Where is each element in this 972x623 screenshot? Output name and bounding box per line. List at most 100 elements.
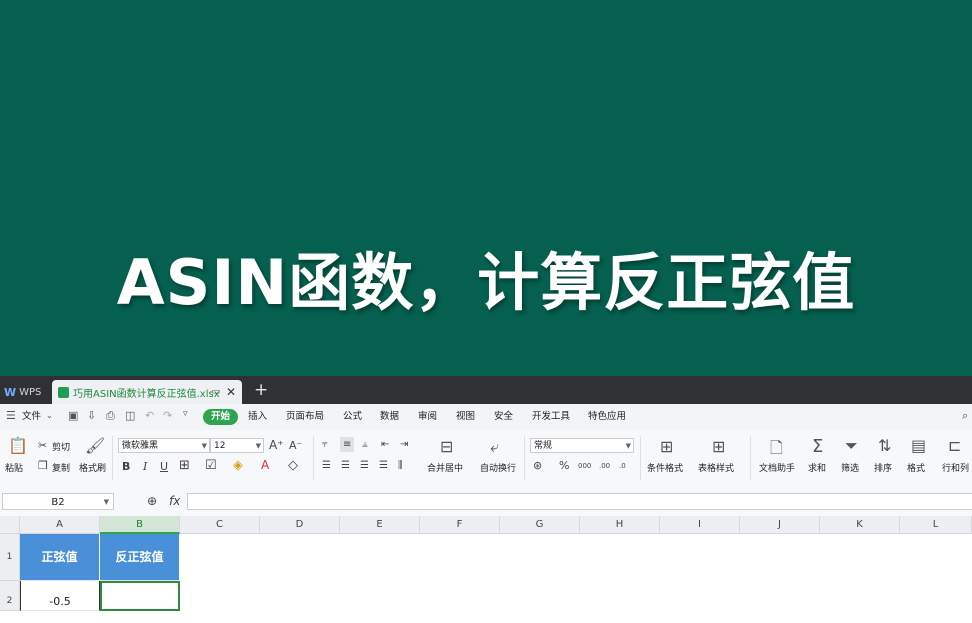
thousands-icon[interactable]: 000 [578, 460, 591, 473]
font-color-icon[interactable]: A [261, 459, 269, 472]
formula-input[interactable] [187, 493, 972, 510]
indent-decrease-icon[interactable]: ⇤ [381, 438, 389, 451]
doc-helper-icon[interactable]: 🗋 [770, 437, 783, 464]
align-center-icon[interactable]: ☰ [341, 459, 350, 472]
filter-icon[interactable]: ⏷ [845, 436, 858, 456]
customize-icon[interactable]: ▿ [183, 409, 188, 419]
format-icon[interactable]: ▤ [911, 436, 926, 455]
tab-developer[interactable]: 开发工具 [532, 409, 570, 425]
column-header-f[interactable]: F [420, 516, 500, 534]
tab-home[interactable]: 开始 [203, 409, 239, 425]
copy-icon[interactable]: ❐ [38, 459, 48, 472]
format-painter-icon[interactable]: 🖌 [85, 436, 105, 455]
column-header-l[interactable]: L [900, 516, 972, 534]
column-header-a[interactable]: A [20, 516, 100, 534]
cut-button[interactable]: 剪切 [52, 440, 70, 453]
save-icon[interactable]: ▣ [68, 409, 78, 422]
print-icon[interactable]: ⎙ [106, 409, 115, 423]
paste-icon[interactable]: 📋 [8, 436, 28, 455]
column-header-b[interactable]: B [100, 516, 180, 534]
document-tab[interactable]: 巧用ASIN函数计算反正弦值.xlsx ▭ ✕ [52, 380, 242, 404]
border-icon[interactable]: ⊞ [179, 459, 190, 472]
sort-icon[interactable]: ⇅ [878, 436, 891, 455]
row-col-button[interactable]: 行和列 [942, 461, 969, 474]
font-name-select[interactable]: 微软雅黑 ▼ [118, 438, 210, 453]
font-size-select[interactable]: 12 ▼ [210, 438, 264, 453]
merge-center-button[interactable]: 合并居中 [427, 461, 463, 474]
paste-button[interactable]: 粘贴 [5, 461, 23, 474]
justify-icon[interactable]: ☰ [379, 459, 388, 472]
fx-icon[interactable]: fx [169, 494, 180, 508]
align-right-icon[interactable]: ☰ [360, 459, 369, 472]
increase-decimal-icon[interactable]: .00 [599, 460, 610, 473]
cut-icon[interactable]: ✂ [38, 439, 47, 452]
cell-b1[interactable]: 反正弦值 [100, 534, 180, 581]
row-col-icon[interactable]: ⊏ [948, 436, 961, 455]
increase-font-icon[interactable]: A⁺ [269, 439, 284, 452]
distribute-icon[interactable]: ⫼ [398, 459, 403, 472]
column-header-j[interactable]: J [740, 516, 820, 534]
tab-insert[interactable]: 插入 [248, 409, 267, 425]
name-box[interactable]: B2 ▼ [2, 493, 114, 510]
plus-icon[interactable]: + [254, 380, 268, 400]
bold-icon[interactable]: B [122, 460, 130, 473]
filter-button[interactable]: 筛选 [841, 461, 859, 474]
align-bottom-icon[interactable]: ⫨ [362, 438, 368, 451]
tab-page-layout[interactable]: 页面布局 [286, 409, 324, 425]
zoom-icon[interactable]: ⊕ [147, 494, 157, 508]
tab-view[interactable]: 视图 [456, 409, 475, 425]
copy-button[interactable]: 复制 [52, 461, 70, 474]
column-header-i[interactable]: I [660, 516, 740, 534]
italic-icon[interactable]: I [143, 460, 147, 473]
format-painter-button[interactable]: 格式刷 [79, 461, 106, 474]
align-left-icon[interactable]: ☰ [322, 459, 331, 472]
conditional-format-button[interactable]: 条件格式 [647, 461, 683, 474]
column-header-c[interactable]: C [180, 516, 260, 534]
column-header-k[interactable]: K [820, 516, 900, 534]
export-icon[interactable]: ⇩ [87, 409, 96, 422]
close-tab-icon[interactable]: ✕ [226, 385, 236, 399]
decrease-font-icon[interactable]: A⁻ [289, 439, 302, 452]
column-header-e[interactable]: E [340, 516, 420, 534]
conditional-format-icon[interactable]: ⊞ [660, 437, 673, 456]
fill-color-icon[interactable]: ◈ [233, 459, 243, 472]
sort-button[interactable]: 排序 [874, 461, 892, 474]
row-header-1[interactable]: 1 [0, 534, 20, 581]
wrap-text-icon[interactable]: ⤶ [490, 437, 499, 457]
file-menu[interactable]: 文件 [22, 409, 41, 425]
tab-security[interactable]: 安全 [494, 409, 513, 425]
tab-special[interactable]: 特色应用 [588, 409, 626, 425]
table-style-icon[interactable]: ⊞ [712, 437, 725, 456]
currency-icon[interactable]: ⊛ [533, 459, 542, 472]
align-top-icon[interactable]: ⫧ [322, 438, 328, 451]
doc-helper-button[interactable]: 文档助手 [759, 461, 795, 474]
monitor-icon[interactable]: ▭ [211, 387, 220, 397]
align-middle-icon[interactable]: ≡ [340, 437, 355, 452]
redo-icon[interactable]: ↷ [163, 409, 172, 422]
sum-button[interactable]: 求和 [808, 461, 826, 474]
underline-icon[interactable]: U [160, 460, 168, 473]
table-style-button[interactable]: 表格样式 [698, 461, 734, 474]
tab-formulas[interactable]: 公式 [343, 409, 362, 425]
fill-style-icon[interactable]: ☑ [205, 459, 217, 472]
cell-a1[interactable]: 正弦值 [20, 534, 100, 581]
column-header-g[interactable]: G [500, 516, 580, 534]
column-header-d[interactable]: D [260, 516, 340, 534]
search-icon[interactable]: ⌕ [962, 409, 968, 423]
wps-home-tab[interactable]: W WPS [0, 382, 48, 402]
select-all-corner[interactable] [0, 516, 20, 534]
clear-icon[interactable]: ◇ [288, 459, 298, 472]
tab-data[interactable]: 数据 [380, 409, 399, 425]
decrease-decimal-icon[interactable]: .0 [619, 460, 626, 473]
print-preview-icon[interactable]: ◫ [125, 409, 135, 422]
hamburger-menu-icon[interactable]: ☰ [6, 409, 16, 422]
tab-review[interactable]: 审阅 [418, 409, 437, 425]
column-header-h[interactable]: H [580, 516, 660, 534]
format-button[interactable]: 格式 [907, 461, 925, 474]
auto-wrap-button[interactable]: 自动换行 [480, 461, 516, 474]
undo-icon[interactable]: ↶ [145, 409, 154, 422]
number-format-select[interactable]: 常规 ▼ [530, 438, 634, 453]
indent-increase-icon[interactable]: ⇥ [400, 438, 408, 451]
percent-icon[interactable]: % [559, 459, 569, 472]
merge-center-icon[interactable]: ⊟ [440, 437, 453, 456]
